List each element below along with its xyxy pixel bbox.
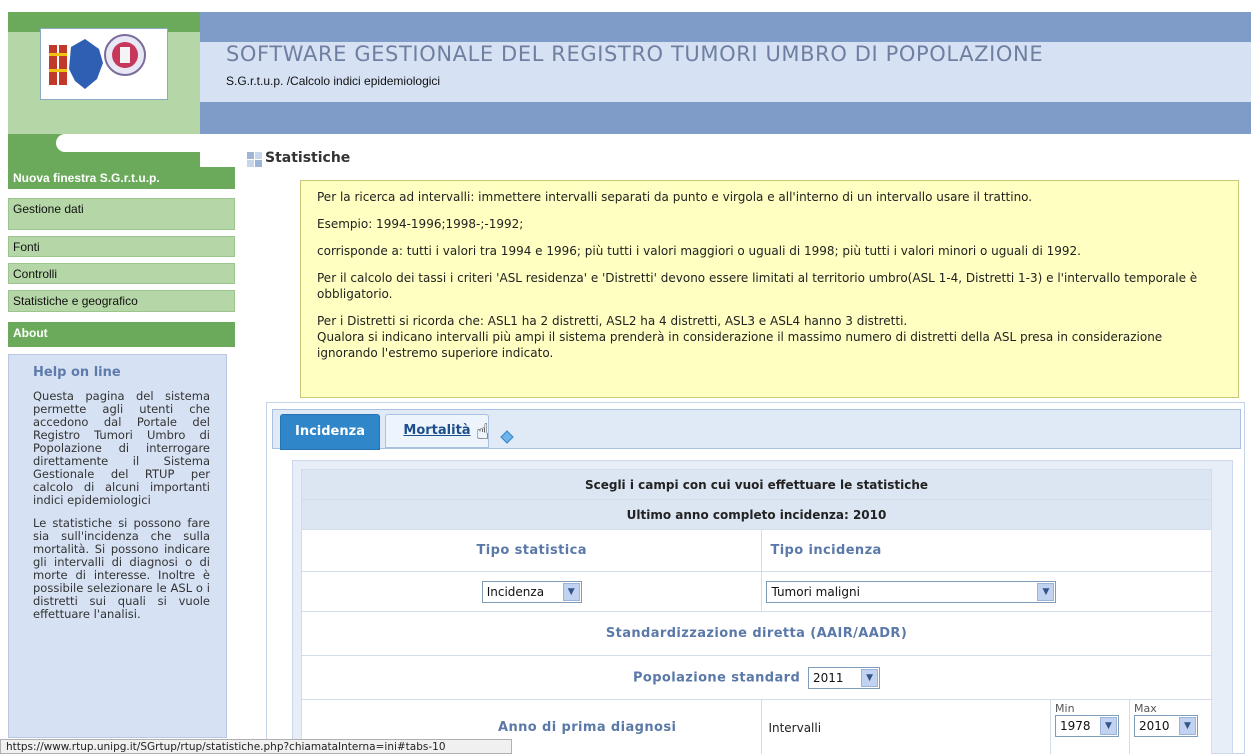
sidebar-item-label: Gestione dati <box>13 202 84 216</box>
sidebar-item-label: Controlli <box>13 267 58 281</box>
standardizzazione-label: Standardizzazione diretta (AAIR/AADR) <box>301 611 1212 656</box>
chevron-down-icon: ▼ <box>1179 717 1196 735</box>
section-title: Statistiche <box>265 150 351 166</box>
info-text: Per il calcolo dei tassi i criteri 'ASL … <box>317 271 1198 301</box>
tipo-statistica-label: Tipo statistica <box>300 529 763 572</box>
tab-incidenza[interactable]: Incidenza <box>280 414 380 450</box>
tipo-statistica-select[interactable]: Incidenza ▼ <box>481 580 582 603</box>
help-paragraph: Le statistiche si possono fare sia sull'… <box>33 516 210 621</box>
popolazione-standard-select[interactable]: 2011 ▼ <box>808 666 881 689</box>
info-text: Esempio: 1994-1996;1998-;-1992; <box>317 217 524 231</box>
hand-cursor-icon: ☝ <box>476 420 490 445</box>
min-year-select[interactable]: 1978 ▼ <box>1055 715 1120 737</box>
form-header: Scegli i campi con cui vuoi effettuare l… <box>301 469 1212 500</box>
sidebar-item-label: Nuova finestra S.G.r.t.u.p. <box>13 171 160 185</box>
tipo-incidenza-select[interactable]: Tumori maligni ▼ <box>766 580 1057 603</box>
sidebar-item-about[interactable]: About <box>8 322 235 347</box>
info-text: Qualora si indicano intervalli più ampi … <box>317 330 1163 360</box>
sidebar-curve <box>56 134 200 152</box>
intervalli-label: Intervalli <box>761 699 1052 754</box>
app-title: SOFTWARE GESTIONALE DEL REGISTRO TUMORI … <box>226 42 1044 66</box>
tipo-incidenza-label: Tipo incidenza <box>761 529 1212 572</box>
sidebar-item-nuova-finestra[interactable]: Nuova finestra S.G.r.t.u.p. <box>8 167 235 189</box>
sidebar-item-gestione-dati[interactable]: Gestione dati <box>8 198 235 230</box>
min-label: Min <box>1055 702 1075 715</box>
sidebar-item-label: About <box>13 326 48 340</box>
sidebar-item-label: Fonti <box>13 240 40 254</box>
diamond-icon[interactable] <box>500 430 514 444</box>
grid-icon <box>247 152 263 168</box>
umbria-region-logo-icon[interactable] <box>40 28 168 100</box>
select-value: Tumori maligni <box>771 584 860 599</box>
chevron-down-icon: ▼ <box>1100 717 1118 735</box>
chevron-down-icon: ▼ <box>1037 582 1055 601</box>
popolazione-standard-label: Popolazione standard <box>632 670 801 685</box>
chevron-down-icon: ▼ <box>562 582 580 601</box>
help-box: Help on line Questa pagina del sistema p… <box>8 354 227 738</box>
info-text: Per la ricerca ad intervalli: immettere … <box>317 190 1033 204</box>
select-value: 2011 <box>813 670 844 685</box>
header-blue-band-bottom <box>200 102 1251 134</box>
info-box: Per la ricerca ad intervalli: immettere … <box>300 180 1239 398</box>
sidebar-item-controlli[interactable]: Controlli <box>8 263 235 284</box>
help-paragraph: Questa pagina del sistema permette agli … <box>33 389 210 507</box>
sidebar-item-statistiche[interactable]: Statistiche e geografico <box>8 290 235 312</box>
max-label: Max <box>1134 702 1157 715</box>
tab-mortalita[interactable]: Mortalità <box>385 414 489 448</box>
statistics-form: Scegli i campi con cui vuoi effettuare l… <box>300 469 1212 754</box>
info-text: Per i Distretti si ricorda che: ASL1 ha … <box>317 314 908 328</box>
sidebar-item-fonti[interactable]: Fonti <box>8 236 235 257</box>
app-subtitle: S.G.r.t.u.p. /Calcolo indici epidemiolog… <box>226 74 441 88</box>
help-title: Help on line <box>33 365 121 380</box>
sidebar-item-label: Statistiche e geografico <box>13 294 138 308</box>
select-value: 1978 <box>1060 719 1091 733</box>
select-value: Incidenza <box>486 584 545 599</box>
top-strip <box>0 0 1251 12</box>
header-blue-band-top <box>200 12 1251 42</box>
max-year-select[interactable]: 2010 ▼ <box>1134 715 1198 737</box>
select-value: 2010 <box>1139 719 1170 733</box>
form-subheader: Ultimo anno completo incidenza: 2010 <box>301 499 1212 530</box>
status-bar-url: https://www.rtup.unipg.it/SGrtup/rtup/st… <box>0 739 512 754</box>
chevron-down-icon: ▼ <box>861 668 879 687</box>
info-text: corrisponde a: tutti i valori tra 1994 e… <box>317 244 1081 258</box>
